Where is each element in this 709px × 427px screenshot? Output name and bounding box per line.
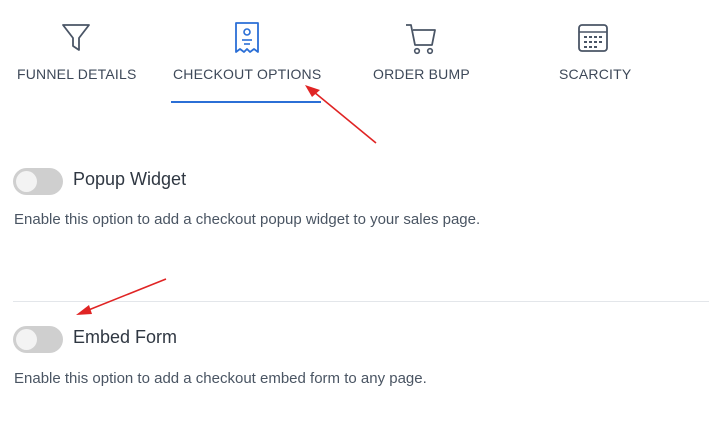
embed-form-title: Embed Form: [73, 327, 178, 347]
tab-label: SCARCITY: [559, 66, 632, 82]
cart-icon: [404, 20, 438, 56]
tab-checkout-options[interactable]: CHECKOUT OPTIONS: [170, 0, 326, 106]
tab-label: CHECKOUT OPTIONS: [173, 66, 322, 82]
annotation-arrow-toggle: [76, 278, 167, 315]
tab-funnel-details[interactable]: FUNNEL DETAILS: [14, 0, 138, 106]
popup-widget-title: Popup Widget: [73, 169, 187, 189]
tab-order-bump[interactable]: ORDER BUMP: [370, 0, 474, 106]
toggle-knob: [16, 329, 37, 350]
popup-widget-toggle[interactable]: [13, 168, 63, 195]
calendar-icon: [576, 20, 610, 56]
section-divider: [13, 301, 709, 302]
toggle-knob: [16, 171, 37, 192]
popup-widget-description: Enable this option to add a checkout pop…: [14, 211, 481, 228]
tab-label: FUNNEL DETAILS: [17, 66, 137, 82]
active-tab-underline: [171, 101, 321, 103]
tab-bar: FUNNEL DETAILS CHECKOUT OPTIONS ORDER BU…: [0, 0, 709, 110]
embed-form-description: Enable this option to add a checkout emb…: [14, 370, 427, 387]
tab-scarcity[interactable]: SCARCITY: [555, 0, 635, 106]
funnel-icon: [59, 20, 93, 56]
popup-widget-setting: Popup Widget Enable this option to add a…: [13, 168, 703, 238]
embed-form-toggle[interactable]: [13, 326, 63, 353]
tab-label: ORDER BUMP: [373, 66, 470, 82]
receipt-icon: [230, 20, 264, 56]
embed-form-setting: Embed Form Enable this option to add a c…: [13, 326, 703, 396]
